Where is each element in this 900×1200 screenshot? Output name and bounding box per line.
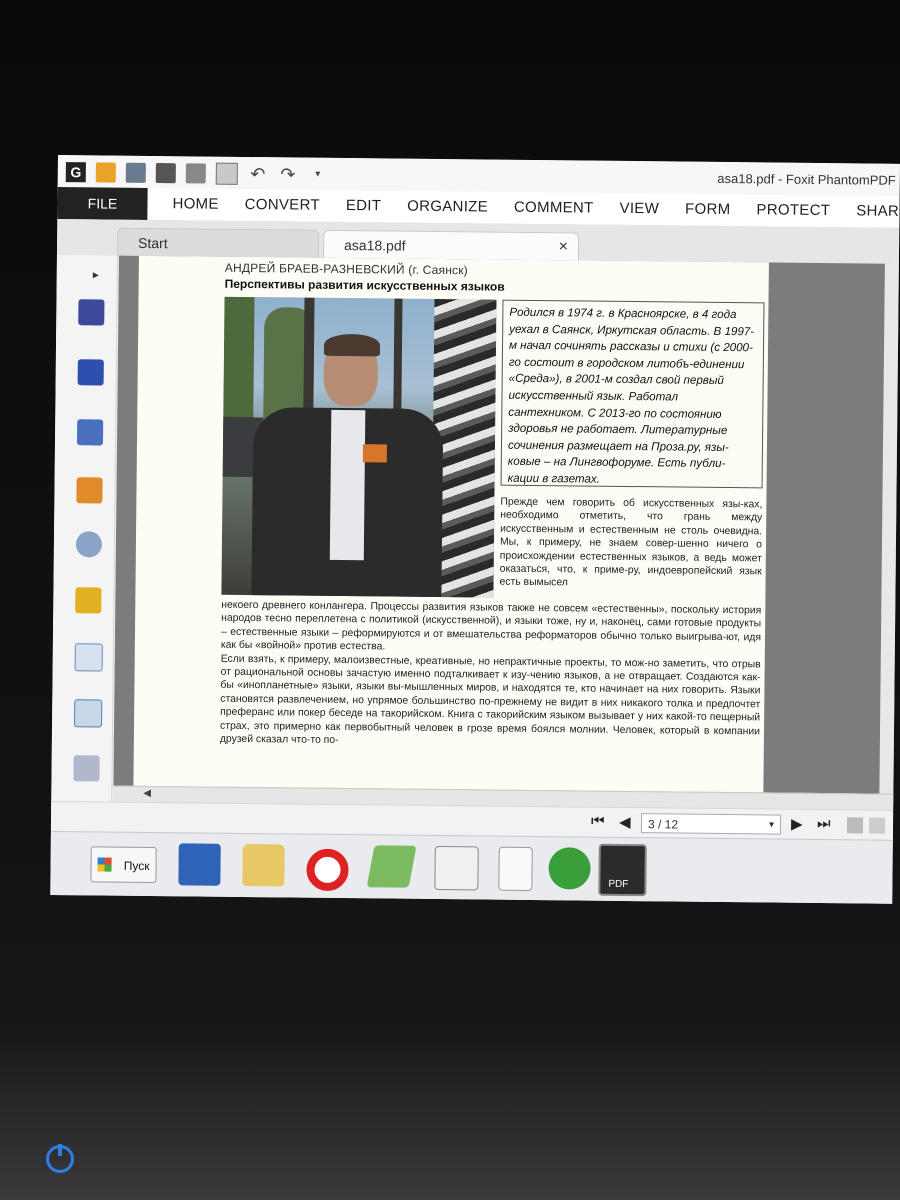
scroll-left-icon[interactable]: ◀ (143, 788, 151, 799)
windows-flag-icon (97, 857, 112, 872)
last-page-icon[interactable]: ⏭ (817, 815, 831, 832)
file-menu[interactable]: FILE (57, 186, 148, 220)
foxit-logo-icon[interactable]: G (65, 162, 86, 183)
menu-form[interactable]: FORM (672, 193, 744, 226)
photo-ribbon (362, 444, 387, 463)
security-lock-icon[interactable] (75, 587, 102, 614)
first-page-icon[interactable]: ⏮ (591, 813, 605, 830)
chevron-down-icon[interactable]: ▾ (769, 815, 774, 835)
author-photo (221, 296, 497, 598)
pdf-label: PDF (608, 878, 629, 891)
previous-page-icon[interactable]: ◀ (619, 813, 631, 831)
tab-label: asa18.pdf (343, 237, 406, 254)
new-document-icon[interactable] (215, 162, 238, 185)
article-intro: Прежде чем говорить об искусственных язы… (499, 496, 763, 589)
article-body: некоего древнего конлангера. Процессы ра… (220, 599, 762, 752)
menu-home[interactable]: HOME (159, 188, 232, 221)
page-number-input[interactable]: 3 / 12 ▾ (640, 813, 782, 835)
menu-organize[interactable]: ORGANIZE (394, 191, 501, 224)
author-bio-box: Родился в 1974 г. в Красноярске, в 4 год… (500, 299, 765, 489)
article-paragraph: Если взять, к примеру, малоизвестные, кр… (219, 653, 761, 747)
menu-view[interactable]: VIEW (606, 193, 672, 226)
menu-comment[interactable]: COMMENT (501, 192, 607, 225)
undo-icon[interactable]: ↶ (248, 164, 268, 184)
page-layout-icon[interactable] (846, 817, 864, 834)
quick-access-toolbar: G ↶ ↷ ▾ (65, 161, 328, 186)
tab-asa18[interactable]: asa18.pdf × (322, 229, 580, 262)
tab-start[interactable]: Start (116, 227, 320, 259)
menu-edit[interactable]: EDIT (333, 190, 395, 223)
foxit-pdf-taskbar-icon[interactable]: PDF (598, 843, 647, 897)
explorer-folder-icon[interactable] (242, 843, 285, 887)
pages-icon[interactable] (77, 359, 104, 386)
article-title: Перспективы развития искусственных языко… (224, 276, 505, 294)
customize-toolbar-icon[interactable]: ▾ (308, 165, 328, 185)
form-fields-icon[interactable] (74, 699, 103, 728)
photo-hair (323, 333, 381, 357)
menu-convert[interactable]: CONVERT (232, 189, 334, 222)
start-label: Пуск (123, 858, 150, 873)
continuous-view-icon[interactable] (868, 817, 886, 834)
page-indicator: 3 / 12 (647, 817, 679, 832)
save-icon[interactable] (125, 162, 146, 183)
opera-browser-icon[interactable] (306, 848, 349, 892)
signature-icon[interactable] (73, 755, 100, 782)
comments-icon[interactable] (76, 477, 103, 504)
next-page-icon[interactable]: ▶ (791, 815, 803, 833)
power-icon[interactable] (46, 1144, 74, 1173)
attachment-icon[interactable] (75, 531, 103, 558)
redo-icon[interactable]: ↷ (278, 164, 298, 184)
photo-shirt (329, 409, 366, 561)
menu-share[interactable]: SHARE (843, 195, 900, 228)
layers-icon[interactable] (76, 419, 104, 446)
article-paragraph: некоего древнего конлангера. Процессы ра… (220, 599, 762, 653)
open-folder-icon[interactable] (95, 162, 116, 183)
start-button[interactable]: Пуск (90, 846, 157, 884)
save-app-icon[interactable] (178, 843, 221, 886)
print-icon[interactable] (155, 163, 176, 184)
document-icon[interactable] (498, 846, 533, 892)
laptop-base (0, 1040, 900, 1200)
document-viewport[interactable]: АНДРЕЙ БРАЕВ-РАЗНЕВСКИЙ (г. Саянск) Перс… (113, 255, 899, 794)
notes-app-icon[interactable] (366, 845, 417, 888)
navigation-panel: ▸ (50, 254, 118, 836)
article-author: АНДРЕЙ БРАЕВ-РАЗНЕВСКИЙ (г. Саянск) (224, 260, 468, 278)
scan-icon[interactable] (185, 163, 206, 184)
bookmark-icon[interactable] (78, 299, 105, 326)
taskbar: Пуск PDF (50, 830, 893, 904)
close-tab-icon[interactable]: × (559, 233, 569, 261)
screen: G ↶ ↷ ▾ asa18.pdf - Foxit PhantomPDF FIL… (50, 155, 900, 904)
pdf-page: АНДРЕЙ БРАЕВ-РАЗНЕВСКИЙ (г. Саянск) Перс… (133, 255, 769, 793)
menu-protect[interactable]: PROTECT (743, 194, 843, 227)
document-properties-icon[interactable] (74, 643, 103, 672)
expand-panel-icon[interactable]: ▸ (93, 267, 99, 281)
window-title: asa18.pdf - Foxit PhantomPDF (717, 170, 896, 188)
utorrent-icon[interactable] (548, 847, 591, 890)
text-editor-icon[interactable] (434, 845, 479, 891)
